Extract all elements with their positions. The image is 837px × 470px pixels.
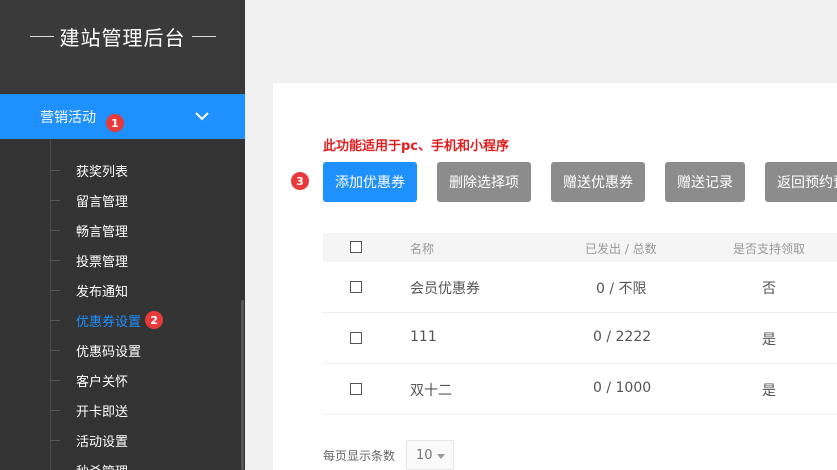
table-cell-name: 双十二 [410, 383, 452, 399]
sidebar-item-label: 获奖列表 [76, 164, 129, 180]
column-header-issued: 已发出 / 总数 [585, 242, 657, 256]
add-coupon-button[interactable]: 添加优惠券 [323, 162, 417, 202]
sidebar-item-votes[interactable]: 投票管理 [50, 250, 129, 270]
sidebar-item-label: 开卡即送 [76, 404, 129, 420]
submenu: 获奖列表 留言管理 畅言管理 投票管理 发布通知 优惠券设置 2 优惠码设置 客户… [0, 139, 245, 470]
row-divider [323, 414, 837, 415]
sidebar-header: 建站管理后台 [0, 0, 245, 93]
sidebar-item-card-gift[interactable]: 开卡即送 [50, 400, 129, 420]
table-cell-issued: 0 / 不限 [596, 281, 647, 297]
sidebar-item-label: 留言管理 [76, 194, 129, 210]
row-checkbox[interactable] [350, 332, 362, 344]
sidebar-item-flash-sale[interactable]: 秒杀管理 [76, 460, 128, 470]
sidebar-item-comments[interactable]: 畅言管理 [50, 220, 129, 240]
sidebar-item-label: 营销活动 [40, 109, 96, 126]
logo-left-rule [29, 36, 54, 37]
select-all-checkbox[interactable] [350, 241, 362, 253]
sidebar-item-marketing[interactable]: 营销活动 [0, 94, 245, 139]
step-badge-3: 3 [291, 172, 309, 190]
delete-selected-button[interactable]: 删除选择项 [437, 162, 531, 202]
row-divider [323, 363, 837, 364]
column-header-name: 名称 [410, 242, 435, 256]
chevron-down-icon [195, 112, 209, 121]
logo: 建站管理后台 [24, 22, 222, 51]
sidebar-item-customer-care[interactable]: 客户关怀 [50, 370, 129, 390]
sidebar-item-label: 活动设置 [76, 434, 129, 450]
sidebar-item-label: 优惠码设置 [76, 344, 142, 360]
sidebar-item-award-list[interactable]: 获奖列表 [50, 160, 129, 180]
sidebar-item-label: 畅言管理 [76, 224, 129, 240]
sidebar-item-activity-settings[interactable]: 活动设置 [50, 430, 129, 450]
column-header-claimable: 是否支持领取 [733, 242, 806, 256]
sidebar-item-label: 秒杀管理 [76, 461, 128, 470]
logo-title: 建站管理后台 [59, 26, 186, 50]
table-cell-claimable: 否 [762, 281, 776, 297]
table-cell-claimable: 是 [762, 383, 776, 399]
table-cell-issued: 0 / 2222 [593, 329, 652, 345]
sidebar-item-label: 客户关怀 [76, 374, 129, 390]
table-cell-name: 111 [410, 329, 437, 345]
row-checkbox[interactable] [350, 281, 362, 293]
sidebar-item-label: 优惠券设置 [76, 314, 142, 330]
page-size-label: 每页显示条数 [323, 449, 396, 463]
sidebar-item-coupon-settings[interactable]: 优惠券设置 2 [50, 310, 164, 330]
step-badge-1: 1 [106, 114, 124, 132]
sidebar-item-label: 发布通知 [76, 284, 129, 300]
sidebar-item-promo-codes[interactable]: 优惠码设置 [50, 340, 142, 360]
submenu-guide-line [50, 139, 51, 470]
table-cell-claimable: 是 [762, 332, 776, 348]
table-cell-name: 会员优惠券 [410, 281, 480, 297]
gift-records-button[interactable]: 赠送记录 [665, 162, 745, 202]
logo-right-rule [191, 36, 216, 37]
sidebar-item-messages[interactable]: 留言管理 [50, 190, 129, 210]
step-badge-2: 2 [145, 311, 164, 329]
sidebar: 建站管理后台 获奖列表 留言管理 畅言管理 投票管理 发布通知 优惠券设置 2 优… [0, 0, 245, 470]
page-size-select[interactable]: 10 [406, 440, 454, 470]
caret-down-icon [437, 454, 445, 459]
back-button[interactable]: 返回预约预 [765, 162, 837, 202]
platform-notice: 此功能适用于pc、手机和小程序 [323, 139, 510, 154]
sidebar-scrollbar[interactable] [241, 300, 244, 470]
sidebar-item-label: 投票管理 [76, 254, 129, 270]
sidebar-item-notifications[interactable]: 发布通知 [50, 280, 129, 300]
row-checkbox[interactable] [350, 383, 362, 395]
page-size-value: 10 [416, 447, 433, 463]
row-divider [323, 312, 837, 313]
table-cell-issued: 0 / 1000 [593, 380, 652, 396]
gift-coupon-button[interactable]: 赠送优惠券 [551, 162, 645, 202]
